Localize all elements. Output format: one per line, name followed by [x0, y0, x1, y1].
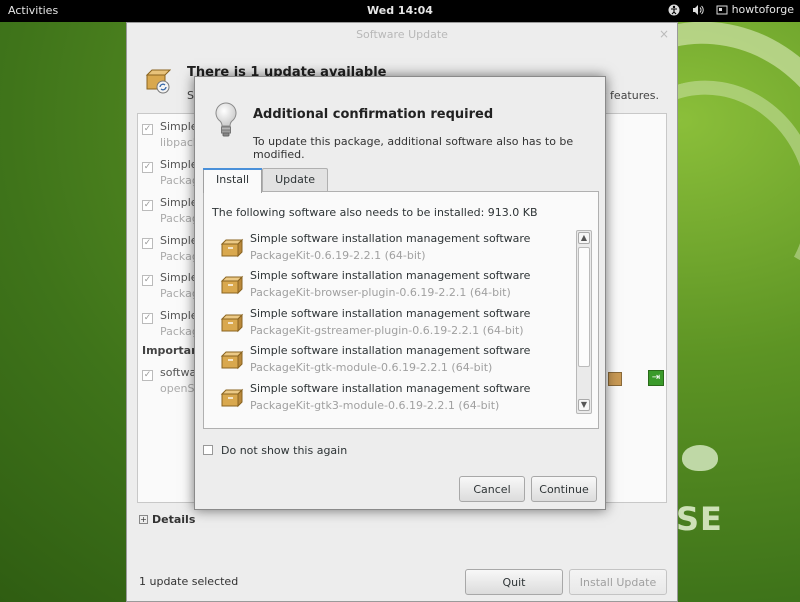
package-icon [220, 275, 244, 295]
update-package-icon [143, 67, 172, 95]
list-item-title: Simple [160, 309, 198, 322]
list-item[interactable]: ✓ Simple Packag [142, 194, 202, 230]
tab-install[interactable]: Install [203, 168, 263, 193]
list-item-subtitle: openS [160, 382, 195, 395]
system-tray: howtoforge [668, 3, 794, 16]
list-item[interactable]: ✓ Simple libpack [142, 118, 202, 154]
dialog-title: Additional confirmation required [253, 107, 494, 122]
cancel-button[interactable]: Cancel [459, 476, 525, 502]
list-item[interactable]: Simple software installation management … [212, 267, 572, 303]
scroll-up-icon[interactable]: ▲ [578, 232, 590, 244]
tab-update[interactable]: Update [262, 168, 328, 192]
package-version: PackageKit-gtk-module-0.6.19-2.2.1 (64-b… [250, 361, 493, 374]
update-checkbox[interactable]: ✓ [142, 238, 153, 249]
package-icon [220, 388, 244, 408]
update-checkbox[interactable]: ✓ [142, 162, 153, 173]
install-tab-panel: The following software also needs to be … [203, 191, 599, 429]
package-icon [220, 350, 244, 370]
install-update-button[interactable]: Install Update [569, 569, 667, 595]
package-name: Simple software installation management … [250, 344, 531, 357]
details-label: Details [152, 513, 196, 526]
package-version: PackageKit-gtk3-module-0.6.19-2.2.1 (64-… [250, 399, 500, 412]
update-checkbox[interactable]: ✓ [142, 200, 153, 211]
list-item-subtitle: Packag [160, 287, 199, 300]
update-subtitle-tail: v features. [600, 89, 659, 102]
install-size-summary: The following software also needs to be … [212, 206, 538, 219]
user-menu[interactable]: howtoforge [716, 3, 794, 16]
dont-show-checkbox[interactable] [203, 445, 213, 455]
update-checkbox[interactable]: ✓ [142, 275, 153, 286]
update-checkbox[interactable]: ✓ [142, 370, 153, 381]
list-item-subtitle: Packag [160, 212, 199, 225]
package-name: Simple software installation management … [250, 307, 531, 320]
dont-show-label: Do not show this again [221, 444, 348, 457]
chameleon-logo [682, 445, 718, 471]
list-item[interactable]: ✓ softwa openS [142, 364, 202, 400]
package-name: Simple software installation management … [250, 269, 531, 282]
volume-icon[interactable] [692, 4, 704, 16]
update-subtitle: S [187, 89, 194, 102]
top-bar: Activities Wed 14:04 howtoforge [0, 0, 800, 22]
scroll-down-icon[interactable]: ▼ [578, 399, 590, 411]
confirmation-dialog: Additional confirmation required To upda… [194, 76, 606, 510]
list-item[interactable]: Simple software installation management … [212, 305, 572, 341]
scrollbar-thumb[interactable] [578, 247, 590, 367]
package-list-scrollbar[interactable]: ▲ ▼ [576, 230, 592, 414]
list-item-subtitle: Packag [160, 325, 199, 338]
package-list: Simple software installation management … [212, 230, 572, 416]
quit-button[interactable]: Quit [465, 569, 563, 595]
close-icon[interactable]: × [659, 27, 669, 41]
brand-wordmark: SE [676, 500, 723, 538]
user-name: howtoforge [731, 3, 794, 16]
lightbulb-icon [213, 101, 239, 141]
continue-button[interactable]: Continue [531, 476, 597, 502]
package-icon [220, 238, 244, 258]
list-item-title: softwa [160, 366, 197, 379]
selection-status: 1 update selected [139, 575, 239, 588]
list-item[interactable]: Simple software installation management … [212, 230, 572, 266]
list-item-title: Simple [160, 158, 198, 171]
package-version: PackageKit-gstreamer-plugin-0.6.19-2.2.1… [250, 324, 524, 337]
package-name: Simple software installation management … [250, 382, 531, 395]
dialog-tabs: Install Update [203, 168, 328, 193]
dialog-description: To update this package, additional softw… [253, 135, 574, 161]
important-section-label: Importan [142, 344, 199, 357]
package-version: PackageKit-0.6.19-2.2.1 (64-bit) [250, 249, 426, 262]
list-item[interactable]: ✓ Simple Packag [142, 307, 202, 343]
list-item-title: Simple [160, 120, 198, 133]
list-item-title: Simple [160, 196, 198, 209]
accessibility-icon[interactable] [668, 4, 680, 16]
expand-icon: + [139, 515, 148, 524]
package-icon [220, 313, 244, 333]
list-item-subtitle: Packag [160, 174, 199, 187]
update-checkbox[interactable]: ✓ [142, 313, 153, 324]
details-expander[interactable]: + Details [139, 513, 195, 526]
list-item-title: Simple [160, 234, 198, 247]
list-item[interactable]: Simple software installation management … [212, 342, 572, 378]
window-title: Software Update [356, 28, 448, 41]
list-item-subtitle: Packag [160, 250, 199, 263]
package-version: PackageKit-browser-plugin-0.6.19-2.2.1 (… [250, 286, 511, 299]
restart-required-icon: ⇥ [648, 370, 664, 386]
list-item[interactable]: ✓ Simple Packag [142, 232, 202, 268]
user-icon [716, 4, 728, 16]
list-item-title: Simple [160, 271, 198, 284]
list-item[interactable]: ✓ Simple Packag [142, 156, 202, 192]
list-item[interactable]: ✓ Simple Packag [142, 269, 202, 305]
update-checkbox[interactable]: ✓ [142, 124, 153, 135]
package-icon [608, 372, 622, 386]
package-name: Simple software installation management … [250, 232, 531, 245]
list-item[interactable]: Simple software installation management … [212, 380, 572, 416]
